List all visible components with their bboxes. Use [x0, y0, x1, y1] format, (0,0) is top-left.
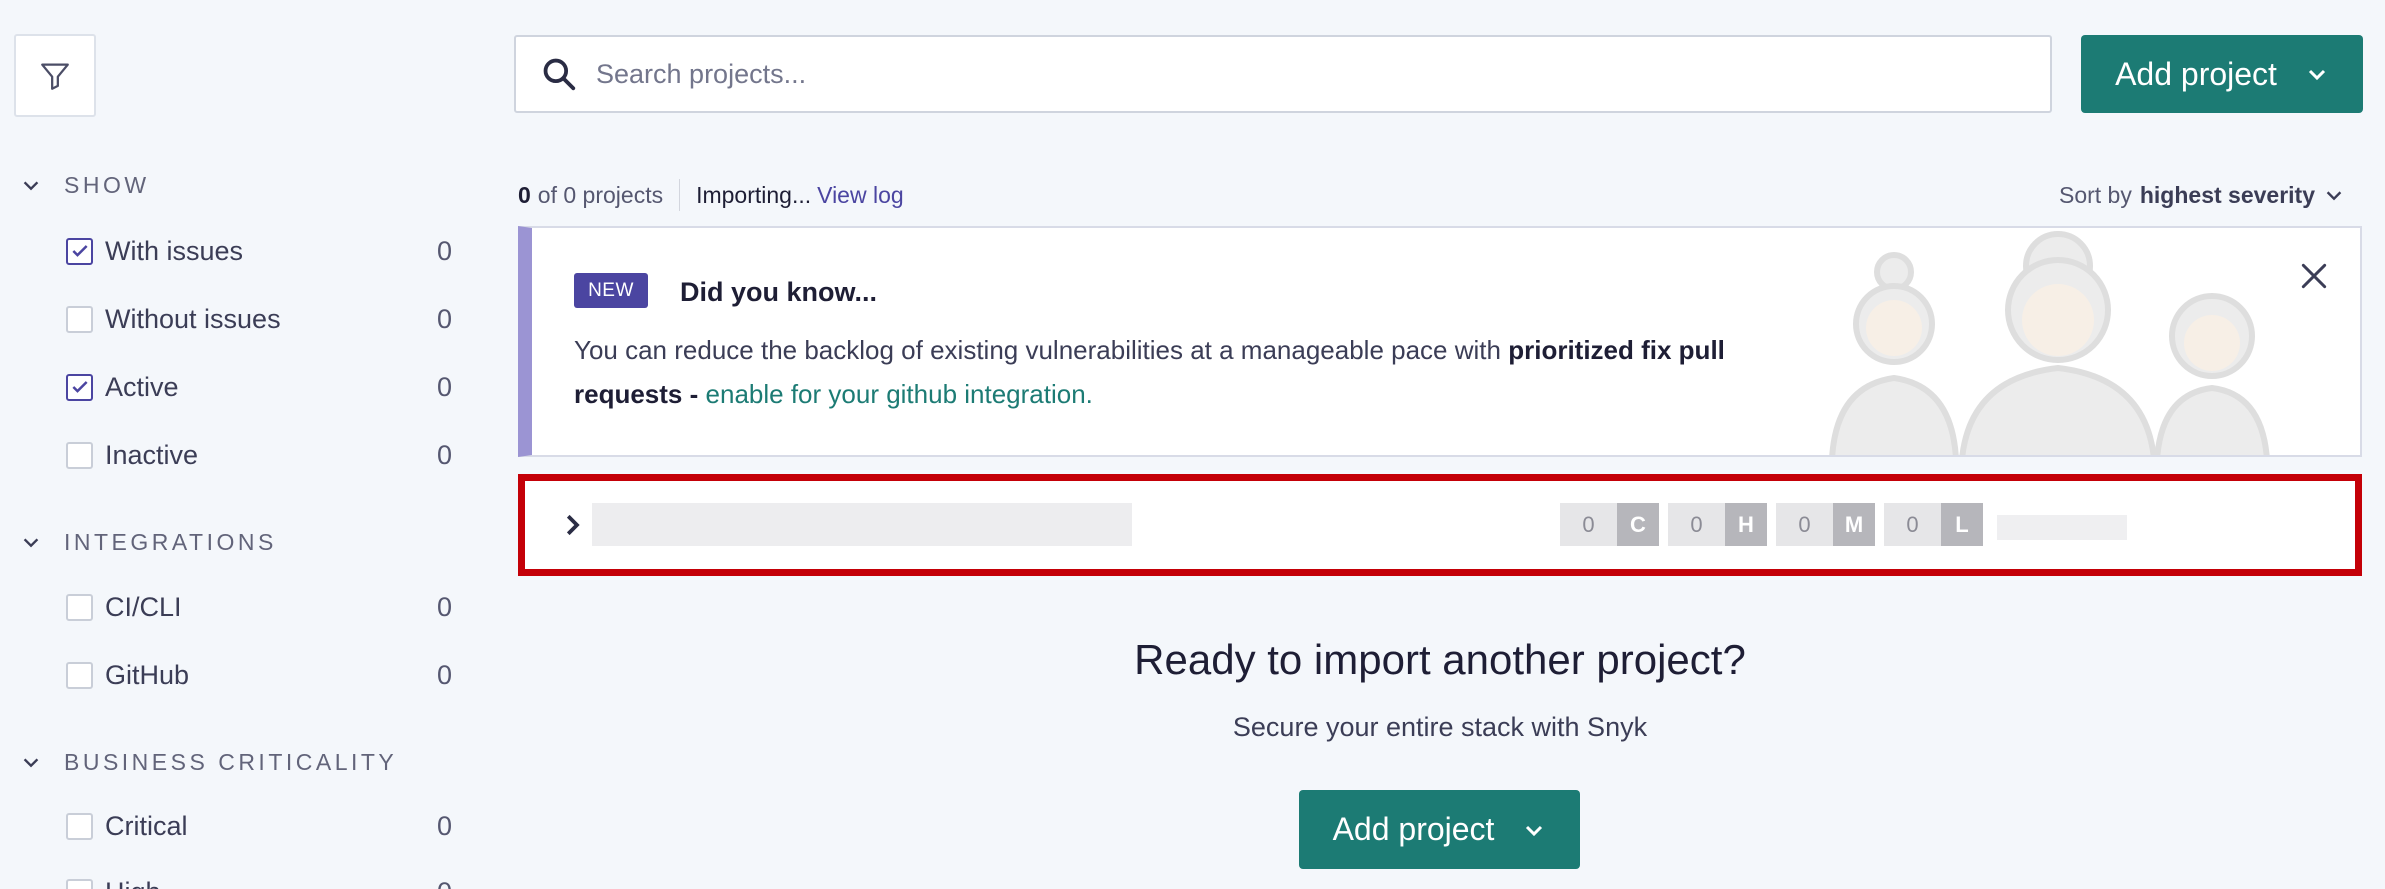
empty-state-title: Ready to import another project?	[1134, 636, 1746, 683]
filter-ci-cli[interactable]: CI/CLI 0	[66, 587, 452, 627]
filter-count: 0	[436, 810, 452, 841]
section-header-integrations[interactable]: INTEGRATIONS	[20, 529, 277, 556]
checkbox[interactable]	[66, 441, 93, 469]
filter-label: GitHub	[105, 659, 190, 690]
people-illustration	[1829, 231, 2270, 455]
filter-count: 0	[436, 591, 452, 622]
filter-count: 0	[436, 303, 452, 334]
shown-count: 0	[518, 181, 531, 208]
filter-high[interactable]: High 0	[66, 872, 452, 889]
chevron-down-icon	[23, 537, 39, 547]
banner-title: Did you know...	[680, 277, 878, 307]
checkbox[interactable]	[66, 237, 93, 265]
project-meta-placeholder	[1997, 515, 2127, 540]
filter-label: With issues	[105, 235, 244, 266]
severity-letter: M	[1833, 503, 1875, 546]
project-row-placeholder[interactable]: 0 C 0 H 0 M 0 L	[518, 474, 2362, 576]
checkbox[interactable]	[66, 593, 93, 621]
filter-label: Critical	[105, 810, 188, 841]
total-count-text: of 0 projects	[537, 181, 664, 208]
severity-count: 0	[1884, 503, 1941, 546]
severity-low: 0 L	[1884, 503, 1983, 546]
enable-integration-link[interactable]: enable for your github integration.	[706, 379, 1093, 409]
chevron-right-icon[interactable]	[557, 510, 587, 540]
severity-medium: 0 M	[1776, 503, 1875, 546]
filter-count: 0	[436, 659, 452, 690]
add-project-label: Add project	[2115, 55, 2277, 92]
sort-value: highest severity	[2139, 181, 2315, 208]
project-count-bar: 0 of 0 projects Importing... View log	[518, 175, 904, 215]
severity-count: 0	[1668, 503, 1725, 546]
chevron-down-icon	[23, 180, 39, 190]
filter-critical[interactable]: Critical 0	[66, 806, 452, 846]
severity-critical: 0 C	[1560, 503, 1659, 546]
add-project-label: Add project	[1332, 811, 1495, 847]
filter-inactive[interactable]: Inactive 0	[66, 435, 452, 475]
view-log-link[interactable]: View log	[817, 182, 904, 209]
filter-label: High	[105, 877, 437, 889]
severity-count: 0	[1560, 503, 1617, 546]
chevron-down-icon	[23, 757, 39, 767]
severity-letter: H	[1725, 503, 1767, 546]
filter-github[interactable]: GitHub 0	[66, 655, 452, 695]
filter-without-issues[interactable]: Without issues 0	[66, 299, 452, 339]
close-icon[interactable]	[2298, 260, 2330, 292]
banner-dash: -	[689, 379, 699, 409]
section-title: SHOW	[64, 172, 150, 198]
filter-count: 0	[436, 439, 452, 470]
filters-sidebar: SHOW With issues 0 Without issues 0 Acti…	[0, 0, 470, 889]
filter-active[interactable]: Active 0	[66, 367, 452, 407]
section-header-show[interactable]: SHOW	[20, 172, 150, 199]
search-icon	[543, 58, 576, 91]
chevron-down-icon	[2308, 69, 2325, 81]
section-title: BUSINESS CRITICALITY	[64, 749, 398, 775]
banner-text: You can reduce the backlog of existing v…	[574, 335, 1501, 365]
chevron-down-icon	[1526, 825, 1543, 836]
checkbox[interactable]	[66, 878, 93, 889]
search-input[interactable]	[596, 58, 1996, 90]
empty-state-subtitle: Secure your entire stack with Snyk	[1232, 712, 1648, 742]
filter-label: Inactive	[105, 439, 199, 470]
add-project-button[interactable]: Add project	[2081, 35, 2363, 113]
check-icon	[71, 381, 88, 393]
checkbox[interactable]	[66, 661, 93, 689]
importing-status: Importing...	[696, 181, 812, 208]
checkbox[interactable]	[66, 305, 93, 333]
search-box[interactable]	[514, 35, 2052, 113]
chevron-down-icon	[2326, 191, 2342, 201]
checkbox[interactable]	[66, 373, 93, 401]
filter-count: 0	[436, 371, 452, 402]
did-you-know-banner: NEW Did you know... You can reduce the b…	[518, 226, 2362, 457]
filter-count: 0	[436, 235, 452, 266]
severity-high: 0 H	[1668, 503, 1767, 546]
project-name-placeholder	[592, 503, 1132, 546]
severity-letter: C	[1617, 503, 1659, 546]
filter-label: Without issues	[105, 303, 281, 334]
banner-body: You can reduce the backlog of existing v…	[574, 328, 1804, 416]
divider	[679, 179, 681, 211]
check-icon	[71, 245, 88, 257]
filter-label: Active	[105, 371, 179, 402]
severity-count: 0	[1776, 503, 1833, 546]
checkbox[interactable]	[66, 812, 93, 840]
add-project-button-secondary[interactable]: Add project	[1299, 790, 1580, 869]
filter-count: 0	[437, 877, 452, 889]
filter-label: CI/CLI	[105, 591, 182, 622]
section-title: INTEGRATIONS	[64, 529, 277, 555]
filter-with-issues[interactable]: With issues 0	[66, 231, 452, 271]
section-header-business-criticality[interactable]: BUSINESS CRITICALITY	[20, 749, 397, 776]
severity-letter: L	[1941, 503, 1983, 546]
sort-prefix: Sort by	[2058, 181, 2132, 208]
new-badge: NEW	[574, 273, 648, 308]
sort-dropdown[interactable]: Sort by highest severity	[2059, 175, 2345, 215]
